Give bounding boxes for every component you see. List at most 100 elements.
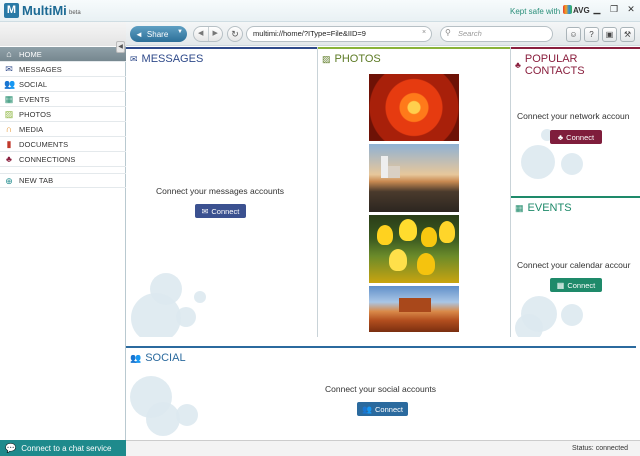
address-bar[interactable]: multimi://home/?IType=File&IID=9 xyxy=(246,26,432,42)
photo-red-flower[interactable] xyxy=(369,74,459,141)
tulip-shape xyxy=(421,227,437,247)
home-icon: ⌂ xyxy=(6,49,12,59)
refresh-button[interactable]: ↻ xyxy=(227,26,243,42)
events-connect-button[interactable]: ▦ Connect xyxy=(550,278,602,292)
network-icon: ♣ xyxy=(6,154,12,164)
decor-bubble xyxy=(521,145,555,179)
toolbar: ◄ Share ▼ ◀ ▶ ↻ multimi://home/?IType=Fi… xyxy=(126,22,640,46)
tulip-shape xyxy=(389,249,407,271)
contacts-connect-text: Connect your network accoun xyxy=(517,111,630,121)
decor-bubble xyxy=(176,404,198,426)
messages-connect-button[interactable]: ✉ Connect xyxy=(195,204,246,218)
app-window: M MultiMi beta Kept safe with AVG ▁ ❐ ✕ … xyxy=(0,0,640,456)
contacts-connect-button[interactable]: ♣ Connect xyxy=(550,130,602,144)
calendar-icon: ▦ xyxy=(556,280,565,290)
history-nav: ◀ ▶ xyxy=(193,26,223,42)
sidebar-item-connections[interactable]: ♣ CONNECTIONS xyxy=(0,152,126,167)
mesa-shape xyxy=(399,298,431,312)
title-bar: M MultiMi beta Kept safe with AVG ▁ ❐ ✕ xyxy=(0,0,640,22)
sidebar-item-social[interactable]: 👥 SOCIAL xyxy=(0,77,126,92)
connect-label: Connect xyxy=(566,132,595,142)
events-title: ▦ EVENTS xyxy=(515,202,572,214)
envelope-icon: ✉ xyxy=(5,64,13,74)
search-input[interactable]: Search xyxy=(440,26,553,42)
events-title-label: EVENTS xyxy=(527,202,572,214)
photo-yellow-tulips[interactable] xyxy=(369,215,459,283)
decor-bubble xyxy=(131,293,181,337)
sidebar-item-documents[interactable]: ▮ DOCUMENTS xyxy=(0,137,126,152)
collapse-sidebar-button[interactable]: ◀ xyxy=(116,41,125,53)
clear-address-icon[interactable]: × xyxy=(422,29,426,36)
lighthouse-shape xyxy=(381,156,388,178)
chat-service-bar[interactable]: 💬 Connect to a chat service xyxy=(0,440,126,456)
messages-connect-text: Connect your messages accounts xyxy=(156,186,285,196)
multimi-logo-icon: M xyxy=(4,3,19,18)
photos-panel: ▨ PHOTOS xyxy=(318,47,510,337)
social-connect-button[interactable]: 👥 Connect xyxy=(357,402,408,416)
sidebar-header xyxy=(0,22,126,46)
decor-bubble xyxy=(561,153,583,175)
avg-label: AVG xyxy=(573,6,590,15)
smiley-icon[interactable]: ☺ xyxy=(566,27,581,42)
chevron-down-icon: ▼ xyxy=(177,29,183,35)
calendar-icon: ▦ xyxy=(515,202,524,213)
id-card-icon[interactable]: ▣ xyxy=(602,27,617,42)
tulip-shape xyxy=(377,225,393,245)
forward-button[interactable]: ▶ xyxy=(209,27,223,41)
messages-panel: ✉ MESSAGES Connect your messages account… xyxy=(126,47,317,337)
sidebar-item-label: EVENTS xyxy=(19,94,50,104)
sidebar-item-photos[interactable]: ▨ PHOTOS xyxy=(0,107,126,122)
social-title-label: SOCIAL xyxy=(145,352,186,364)
settings-wrench-icon[interactable]: ⚒ xyxy=(620,27,635,42)
photo-desert[interactable] xyxy=(369,286,459,332)
chat-icon: 💬 xyxy=(5,442,17,453)
messages-title-label: MESSAGES xyxy=(141,53,204,65)
new-tab-label: NEW TAB xyxy=(19,176,54,185)
social-title: 👥 SOCIAL xyxy=(130,352,186,364)
picture-icon: ▨ xyxy=(4,109,14,119)
share-button[interactable]: ◄ Share ▼ xyxy=(130,26,187,42)
avg-logo-icon xyxy=(563,5,572,14)
new-tab-button[interactable]: ⊕ NEW TAB xyxy=(0,173,126,188)
network-icon: ♣ xyxy=(515,60,521,70)
messages-title: ✉ MESSAGES xyxy=(130,53,203,65)
photo-lighthouse[interactable] xyxy=(369,144,459,212)
sidebar-item-messages[interactable]: ✉ MESSAGES xyxy=(0,62,126,77)
decor-bubble xyxy=(515,314,543,337)
sidebar: ⌂ HOME ✉ MESSAGES 👥 SOCIAL ▦ EVENTS ▨ PH… xyxy=(0,22,126,440)
events-accent-line xyxy=(511,196,640,198)
people-icon: 👥 xyxy=(4,79,16,89)
close-icon[interactable]: ✕ xyxy=(625,3,637,15)
chat-service-label: Connect to a chat service xyxy=(21,443,112,453)
sidebar-item-label: DOCUMENTS xyxy=(19,139,69,149)
status-text: Status: connected xyxy=(571,445,628,452)
app-title: MultiMi xyxy=(22,3,67,18)
sidebar-item-events[interactable]: ▦ EVENTS xyxy=(0,92,126,107)
picture-icon: ▨ xyxy=(322,53,331,64)
sidebar-item-media[interactable]: ∩ MEDIA xyxy=(0,122,126,137)
decor-bubble xyxy=(146,402,180,436)
tulip-shape xyxy=(439,221,455,243)
decor-bubble xyxy=(194,291,206,303)
restore-icon[interactable]: ❐ xyxy=(608,3,620,15)
connect-label: Connect xyxy=(375,404,403,414)
people-icon: 👥 xyxy=(130,352,142,363)
avg-logo: AVG xyxy=(563,5,590,15)
sidebar-item-label: SOCIAL xyxy=(19,79,48,89)
sidebar-item-label: MEDIA xyxy=(19,124,44,134)
tulip-shape xyxy=(399,219,417,241)
contacts-title: ♣ POPULAR CONTACTS xyxy=(515,53,640,77)
popular-contacts-panel: ♣ POPULAR CONTACTS Connect your network … xyxy=(511,47,640,195)
tulip-shape xyxy=(417,253,435,275)
people-icon: 👥 xyxy=(362,404,373,414)
connect-label: Connect xyxy=(567,280,596,290)
minimize-icon[interactable]: ▁ xyxy=(591,3,603,15)
help-icon[interactable]: ? xyxy=(584,27,599,42)
back-button[interactable]: ◀ xyxy=(194,27,209,41)
share-label: Share xyxy=(146,29,169,39)
lighthouse-house xyxy=(388,166,400,178)
photos-accent-line xyxy=(318,47,510,49)
sidebar-item-home[interactable]: ⌂ HOME xyxy=(0,47,126,62)
sidebar-item-label: HOME xyxy=(19,49,42,59)
social-accent-line xyxy=(126,346,636,348)
